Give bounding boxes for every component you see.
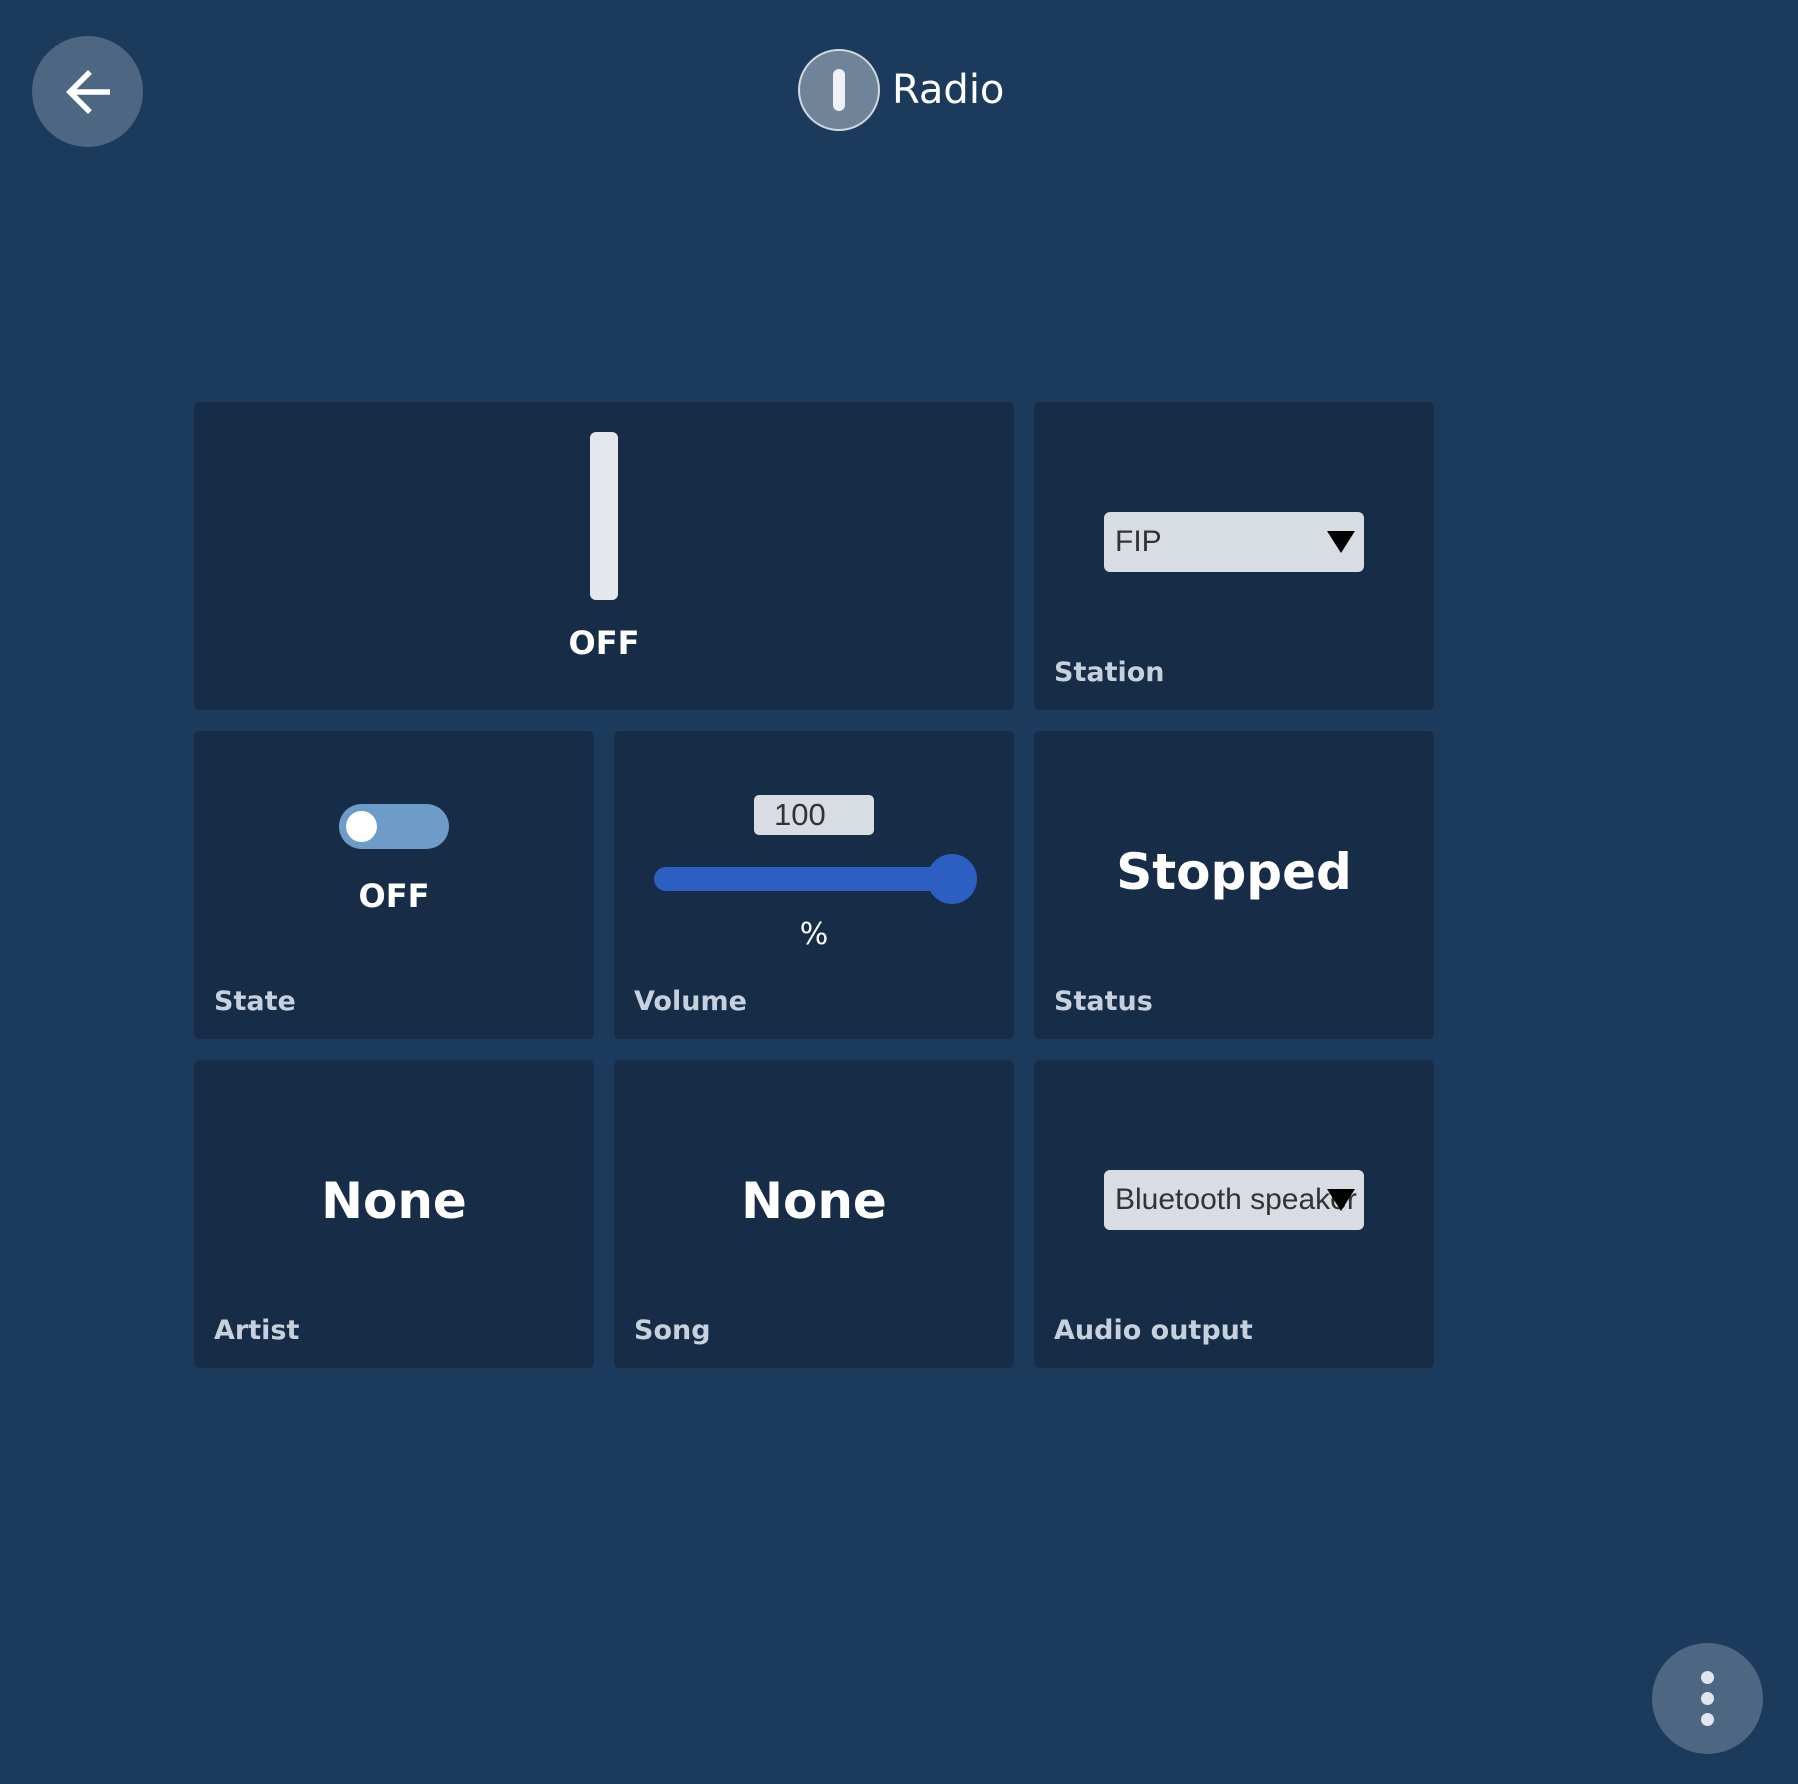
artist-value: None bbox=[321, 1172, 467, 1230]
state-value: OFF bbox=[358, 877, 430, 915]
back-button[interactable] bbox=[32, 36, 143, 147]
main-power-switch[interactable] bbox=[590, 432, 618, 600]
more-vertical-icon bbox=[1701, 1671, 1714, 1684]
volume-value-input[interactable]: 100 bbox=[754, 795, 874, 835]
more-vertical-icon-dot bbox=[1701, 1692, 1714, 1705]
dropdown-caret-icon bbox=[1327, 1189, 1355, 1211]
switch-icon bbox=[798, 49, 880, 131]
main-switch-tile: OFF bbox=[194, 402, 1014, 710]
page-title: Radio bbox=[892, 67, 1005, 113]
status-label: Status bbox=[1054, 986, 1153, 1017]
main-switch-state: OFF bbox=[568, 624, 640, 662]
switch-icon-lever bbox=[833, 69, 845, 111]
artist-label: Artist bbox=[214, 1315, 300, 1346]
station-tile: FIP Station bbox=[1034, 402, 1434, 710]
status-value: Stopped bbox=[1116, 843, 1352, 901]
audio-output-tile: Bluetooth speaker Audio output bbox=[1034, 1060, 1434, 1368]
volume-label: Volume bbox=[634, 986, 747, 1017]
page-header: Radio bbox=[798, 49, 1004, 131]
dropdown-caret-icon bbox=[1327, 531, 1355, 553]
state-tile: OFF State bbox=[194, 731, 594, 1039]
arrow-left-icon bbox=[65, 69, 110, 114]
audio-output-select[interactable]: Bluetooth speaker bbox=[1104, 1170, 1364, 1230]
volume-tile: 100 % Volume bbox=[614, 731, 1014, 1039]
volume-unit: % bbox=[799, 917, 829, 952]
song-tile: None Song bbox=[614, 1060, 1014, 1368]
song-value: None bbox=[741, 1172, 887, 1230]
station-label: Station bbox=[1054, 657, 1165, 688]
artist-tile: None Artist bbox=[194, 1060, 594, 1368]
station-select[interactable]: FIP bbox=[1104, 512, 1364, 572]
more-vertical-icon-dot bbox=[1701, 1713, 1714, 1726]
song-label: Song bbox=[634, 1315, 711, 1346]
toggle-knob bbox=[346, 811, 377, 842]
more-options-button[interactable] bbox=[1652, 1643, 1763, 1754]
state-toggle[interactable] bbox=[339, 804, 449, 849]
audio-output-label: Audio output bbox=[1054, 1315, 1253, 1346]
status-tile: Stopped Status bbox=[1034, 731, 1434, 1039]
volume-slider-track[interactable] bbox=[654, 867, 959, 891]
volume-slider-thumb[interactable] bbox=[927, 854, 977, 904]
state-label: State bbox=[214, 986, 296, 1017]
